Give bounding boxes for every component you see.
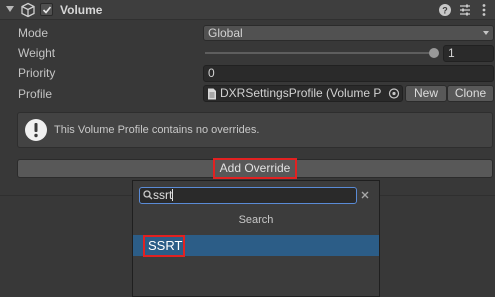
help-box: This Volume Profile contains no override…: [17, 112, 493, 148]
priority-value: 0: [208, 66, 215, 80]
priority-field[interactable]: 0: [203, 65, 494, 82]
preset-icon[interactable]: [457, 2, 473, 18]
search-input[interactable]: ssrt: [139, 187, 357, 204]
svg-text:?: ?: [442, 6, 448, 16]
search-icon: [143, 190, 153, 200]
clone-profile-button[interactable]: Clone: [447, 85, 494, 102]
collapse-arrow-icon[interactable]: [6, 6, 14, 12]
profile-label: Profile: [18, 87, 53, 101]
text-caret: [172, 189, 174, 201]
new-profile-button[interactable]: New: [405, 85, 447, 102]
more-menu-icon[interactable]: [476, 2, 492, 18]
weight-slider-thumb[interactable]: [429, 48, 439, 58]
clear-search-icon[interactable]: [360, 190, 370, 200]
search-query: ssrt: [153, 188, 173, 202]
search-result-label[interactable]: SSRT: [143, 235, 185, 257]
target-icon: [388, 88, 400, 99]
mode-value: Global: [208, 26, 243, 40]
help-text: This Volume Profile contains no override…: [54, 124, 260, 136]
mode-label: Mode: [18, 26, 49, 40]
weight-value: 1: [448, 46, 455, 60]
component-header: Volume ?: [0, 0, 495, 20]
cube-icon: [21, 2, 35, 18]
mode-dropdown[interactable]: Global: [203, 25, 494, 41]
check-icon: [42, 6, 52, 14]
help-icon[interactable]: ?: [437, 2, 453, 18]
priority-label: Priority: [18, 66, 56, 80]
component-title: Volume: [60, 3, 103, 17]
chevron-down-icon: [483, 31, 489, 35]
search-results-header: Search: [238, 214, 274, 226]
weight-label: Weight: [18, 46, 56, 60]
object-picker-button[interactable]: [387, 87, 401, 100]
profile-object-field[interactable]: DXRSettingsProfile (Volume P: [203, 85, 403, 102]
add-override-button[interactable]: Add Override: [213, 158, 297, 179]
profile-value: DXRSettingsProfile (Volume P: [220, 86, 382, 100]
weight-slider-track[interactable]: [205, 52, 437, 54]
enabled-checkbox[interactable]: [40, 3, 53, 16]
weight-field[interactable]: 1: [443, 45, 494, 62]
document-icon: [208, 88, 216, 100]
info-icon: [25, 119, 47, 141]
